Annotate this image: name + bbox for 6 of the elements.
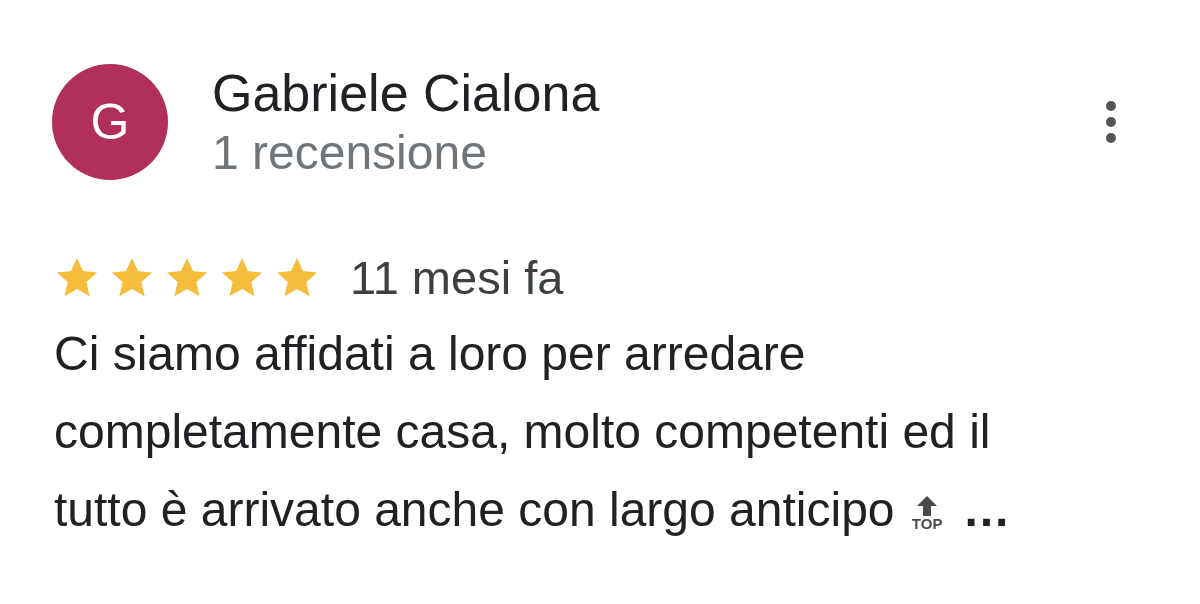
review-text: Ci siamo affidati a loro per arredare completamente casa, molto competenti ed il tutto è arrivato anche con largo anticipo TOP … (54, 326, 1012, 538)
review-count: 1 recensione (212, 125, 488, 181)
more-vert-icon (1104, 100, 1118, 144)
review-time: 11 mesi fa (350, 250, 564, 305)
avatar: G (52, 64, 168, 180)
reviewer-name[interactable]: Gabriele Cialona (212, 62, 1096, 124)
